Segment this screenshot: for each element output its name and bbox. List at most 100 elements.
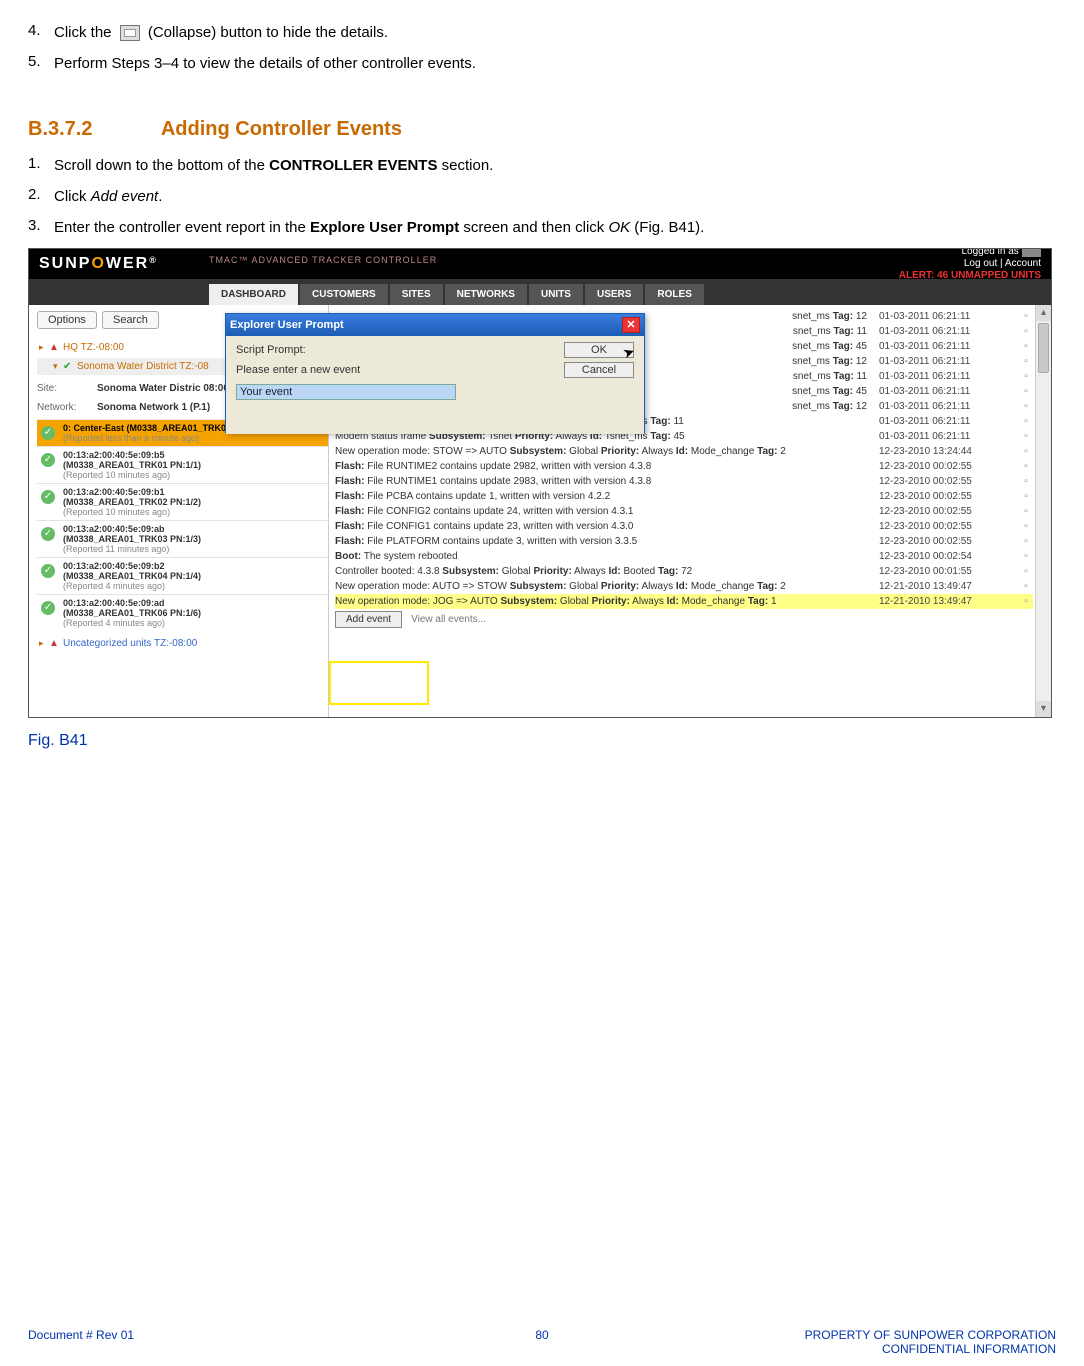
text: Enter the controller event report in the xyxy=(54,219,310,236)
tab-customers[interactable]: CUSTOMERS xyxy=(300,284,388,305)
event-row: New operation mode: JOG => AUTO Subsyste… xyxy=(335,594,1033,609)
expand-icon[interactable]: ▫ xyxy=(1019,476,1033,487)
event-input[interactable] xyxy=(236,384,456,400)
expand-icon[interactable]: ▫ xyxy=(1019,461,1033,472)
event-actions: Add event View all events... xyxy=(335,609,1033,628)
scroll-down-icon[interactable]: ▾ xyxy=(1036,701,1051,717)
close-icon[interactable]: ✕ xyxy=(622,317,640,333)
event-timestamp: 01-03-2011 06:21:11 xyxy=(879,416,1019,427)
event-timestamp: 12-23-2010 00:02:55 xyxy=(879,476,1019,487)
app-title: TMAC™ ADVANCED TRACKER CONTROLLER xyxy=(209,255,437,265)
check-icon: ✓ xyxy=(41,490,55,504)
expand-icon[interactable]: ▫ xyxy=(1019,326,1033,337)
expand-icon[interactable]: ▫ xyxy=(1019,356,1033,367)
expand-icon[interactable]: ▫ xyxy=(1019,401,1033,412)
expand-icon[interactable]: ▫ xyxy=(1019,416,1033,427)
unit-sub: (M0338_AREA01_TRK01 PN:1/1) xyxy=(63,460,325,470)
tab-sites[interactable]: SITES xyxy=(390,284,443,305)
expand-icon[interactable]: ▫ xyxy=(1019,386,1033,397)
unit-sub: (M0338_AREA01_TRK04 PN:1/4) xyxy=(63,571,325,581)
expand-icon[interactable]: ▫ xyxy=(1019,521,1033,532)
view-all-link[interactable]: View all events... xyxy=(411,614,486,625)
tab-roles[interactable]: ROLES xyxy=(645,284,703,305)
expand-icon[interactable]: ▫ xyxy=(1019,566,1033,577)
unit-item[interactable]: ✓00:13:a2:00:40:5e:09:ab(M0338_AREA01_TR… xyxy=(37,520,328,557)
unit-item[interactable]: ✓00:13:a2:00:40:5e:09:b5(M0338_AREA01_TR… xyxy=(37,446,328,483)
unit-item[interactable]: ✓00:13:a2:00:40:5e:09:b1(M0338_AREA01_TR… xyxy=(37,483,328,520)
section-heading: B.3.7.2 Adding Controller Events xyxy=(28,118,1056,141)
event-row: Flash: File PLATFORM contains update 3, … xyxy=(335,534,1033,549)
expand-icon[interactable]: ▫ xyxy=(1019,371,1033,382)
event-timestamp: 12-23-2010 13:24:44 xyxy=(879,446,1019,457)
expand-icon[interactable]: ▫ xyxy=(1019,551,1033,562)
page-footer: Document # Rev 01 80 PROPERTY OF SUNPOWE… xyxy=(28,1328,1056,1356)
tab-units[interactable]: UNITS xyxy=(529,284,583,305)
step-num: 5. xyxy=(28,53,54,74)
text-italic: OK xyxy=(608,219,630,236)
event-timestamp: 01-03-2011 06:21:11 xyxy=(879,371,1019,382)
dialog-titlebar[interactable]: Explorer User Prompt ✕ xyxy=(226,314,644,336)
step-text: Scroll down to the bottom of the CONTROL… xyxy=(54,155,1056,176)
step-num: 2. xyxy=(28,186,54,207)
expand-icon[interactable]: ▫ xyxy=(1019,536,1033,547)
event-row: Flash: File PCBA contains update 1, writ… xyxy=(335,489,1033,504)
step-5: 5. Perform Steps 3–4 to view the details… xyxy=(28,53,1056,74)
expand-icon[interactable]: ▫ xyxy=(1019,446,1033,457)
ok-button[interactable]: OK ➤ xyxy=(564,342,634,358)
footer-page-number: 80 xyxy=(371,1328,714,1356)
tab-users[interactable]: USERS xyxy=(585,284,643,305)
expand-icon[interactable]: ▫ xyxy=(1019,596,1033,607)
site-value: Sonoma Water Distric 08:00 xyxy=(97,383,229,394)
event-row: New operation mode: AUTO => STOW Subsyst… xyxy=(335,579,1033,594)
tree-uncat[interactable]: ▸ ▲ Uncategorized units TZ:-08:00 xyxy=(37,635,328,652)
alert-banner[interactable]: ALERT: 46 UNMAPPED UNITS xyxy=(899,270,1041,281)
event-row: Controller booted: 4.3.8 Subsystem: Glob… xyxy=(335,564,1033,579)
step-3: 3. Enter the controller event report in … xyxy=(28,217,1056,238)
expand-icon[interactable]: ▫ xyxy=(1019,581,1033,592)
add-event-button[interactable]: Add event xyxy=(335,611,402,628)
scroll-up-icon[interactable]: ▴ xyxy=(1036,305,1051,321)
text-bold: Explore User Prompt xyxy=(310,219,459,236)
text: section. xyxy=(437,157,493,174)
cancel-button[interactable]: Cancel xyxy=(564,362,634,378)
expand-icon[interactable]: ▫ xyxy=(1019,311,1033,322)
scrollbar[interactable]: ▴ ▾ xyxy=(1035,305,1051,717)
dialog-buttons: OK ➤ Cancel xyxy=(564,342,634,382)
step-text: Click the (Collapse) button to hide the … xyxy=(54,22,1056,43)
unit-mac: 00:13:a2:00:40:5e:09:b5 xyxy=(63,450,325,460)
check-icon: ✓ xyxy=(41,527,55,541)
expand-icon[interactable]: ▫ xyxy=(1019,491,1033,502)
check-icon: ✓ xyxy=(41,601,55,615)
expand-icon[interactable]: ▫ xyxy=(1019,431,1033,442)
event-timestamp: 01-03-2011 06:21:11 xyxy=(879,341,1019,352)
event-text: Flash: File PCBA contains update 1, writ… xyxy=(335,491,879,502)
event-timestamp: 12-23-2010 00:02:54 xyxy=(879,551,1019,562)
text-bold: CONTROLLER EVENTS xyxy=(269,157,437,174)
expand-icon[interactable]: ▫ xyxy=(1019,341,1033,352)
footer-left: Document # Rev 01 xyxy=(28,1328,371,1356)
event-text: Flash: File CONFIG1 contains update 23, … xyxy=(335,521,879,532)
tab-dashboard[interactable]: DASHBOARD xyxy=(209,284,298,305)
unit-item[interactable]: ✓00:13:a2:00:40:5e:09:b2(M0338_AREA01_TR… xyxy=(37,557,328,594)
options-button[interactable]: Options xyxy=(37,311,97,329)
event-row: Boot: The system rebooted12-23-2010 00:0… xyxy=(335,549,1033,564)
logout-link[interactable]: Log out xyxy=(964,258,997,269)
text: screen and then click xyxy=(459,219,608,236)
text: (Fig. B41). xyxy=(630,219,704,236)
event-row: Flash: File CONFIG2 contains update 24, … xyxy=(335,504,1033,519)
scroll-thumb[interactable] xyxy=(1038,323,1049,373)
event-timestamp: 01-03-2011 06:21:11 xyxy=(879,311,1019,322)
unit-reported: (Reported 10 minutes ago) xyxy=(63,507,325,517)
tab-networks[interactable]: NETWORKS xyxy=(445,284,527,305)
unit-item[interactable]: ✓00:13:a2:00:40:5e:09:ad(M0338_AREA01_TR… xyxy=(37,594,328,631)
search-button[interactable]: Search xyxy=(102,311,159,329)
bell-icon: ▲ xyxy=(49,342,63,353)
event-text: Flash: File CONFIG2 contains update 24, … xyxy=(335,506,879,517)
expand-icon[interactable]: ▫ xyxy=(1019,506,1033,517)
tree-label: Sonoma Water District TZ:-08 xyxy=(77,361,209,372)
tabs: DASHBOARDCUSTOMERSSITESNETWORKSUNITSUSER… xyxy=(29,279,1051,305)
account-link[interactable]: Account xyxy=(1005,258,1041,269)
dialog-body: Script Prompt: Please enter a new event … xyxy=(226,336,644,434)
event-row: Flash: File RUNTIME1 contains update 298… xyxy=(335,474,1033,489)
step-text: Click Add event. xyxy=(54,186,1056,207)
